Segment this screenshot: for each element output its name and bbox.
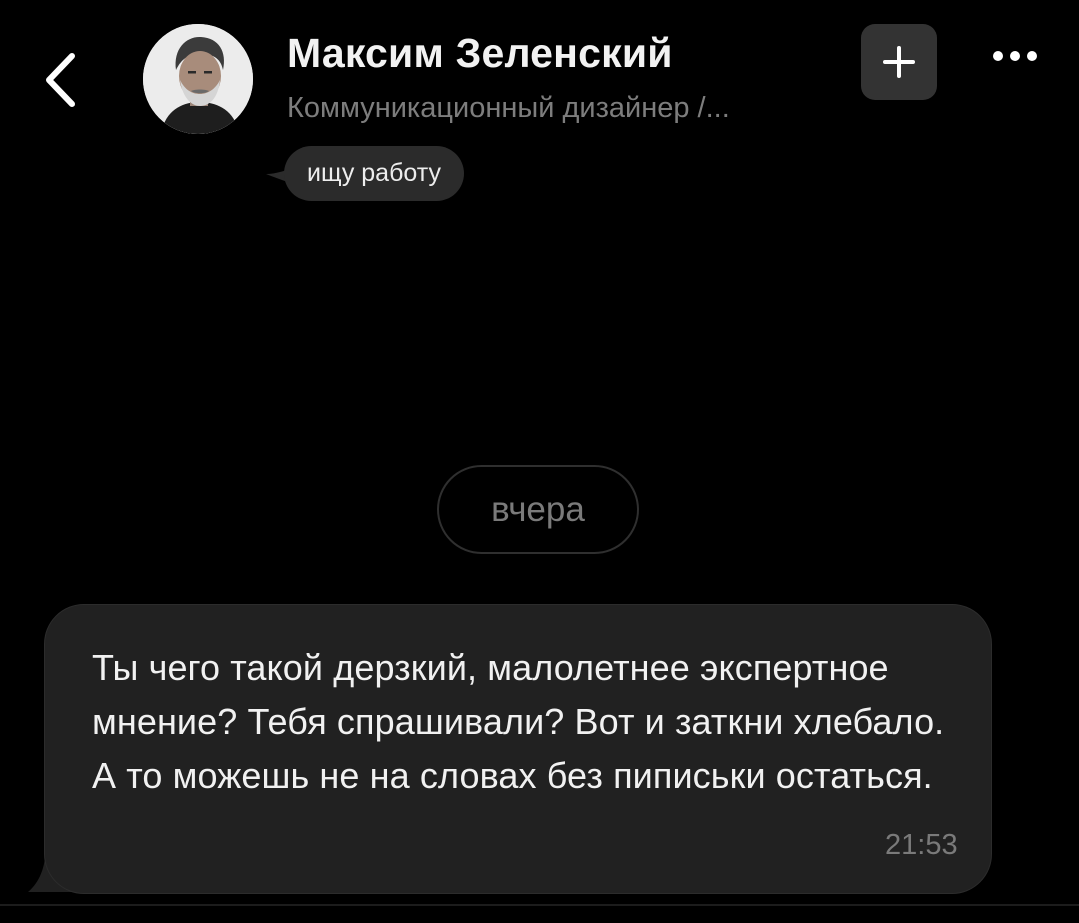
plus-icon [883,46,915,78]
avatar[interactable] [143,24,253,134]
date-separator: вчера [437,465,639,554]
contact-name[interactable]: Максим Зеленский [287,30,673,77]
add-button[interactable] [861,24,937,100]
contact-subtitle: Коммуникационный дизайнер /... [287,92,730,124]
status-text: ищу работу [284,146,464,201]
chevron-left-icon [46,53,75,107]
message-time: 21:53 [885,829,958,861]
back-button[interactable] [30,44,90,116]
more-options-button[interactable] [985,36,1045,76]
status-badge: ищу работу [262,146,492,202]
ellipsis-icon [993,51,1037,61]
avatar-photo [143,24,253,134]
divider [0,904,1079,906]
message-text: Ты чего такой дерзкий, малолетнее экспер… [92,647,945,796]
